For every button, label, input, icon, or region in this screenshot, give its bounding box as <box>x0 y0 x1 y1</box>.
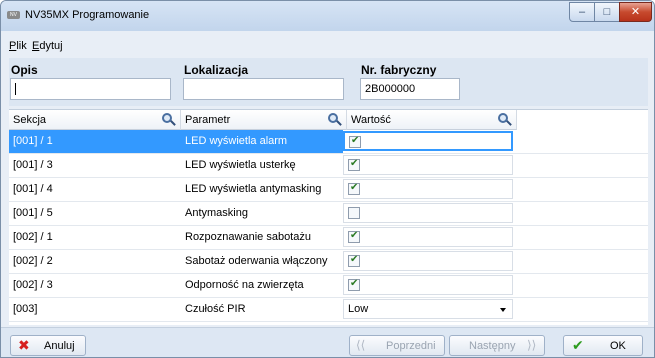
cancel-button[interactable]: ✖ Anuluj <box>10 335 86 356</box>
cell-parametr[interactable]: Antymasking <box>181 202 343 225</box>
maximize-button[interactable]: □ <box>594 2 620 22</box>
check-icon: ✔ <box>350 278 359 289</box>
double-chevron-right-icon: ⟩⟩ <box>527 338 537 352</box>
column-header-parametr[interactable]: Parametr <box>181 110 347 130</box>
lokalizacja-input[interactable] <box>183 78 344 100</box>
cell-sekcja[interactable]: [003] <box>9 298 181 321</box>
text-caret <box>15 83 16 96</box>
ok-button[interactable]: ✔ OK <box>563 335 643 356</box>
value-dropdown[interactable]: Low <box>343 299 513 319</box>
opis-label: Opis <box>11 63 38 77</box>
checkbox-checked[interactable]: ✔ <box>348 278 360 291</box>
button-bar: ✖ Anuluj ⟨⟨ Poprzedni Następny ⟩⟩ ✔ OK <box>1 327 654 357</box>
checkbox-checked[interactable]: ✔ <box>349 135 361 148</box>
serial-number-label: Nr. fabryczny <box>361 63 437 77</box>
serial-number-field[interactable]: 2B000000 <box>360 78 460 100</box>
column-header-label: Sekcja <box>13 114 47 126</box>
dropdown-value: Low <box>348 303 369 315</box>
dropdown-arrow-icon[interactable] <box>500 308 506 312</box>
check-icon: ✔ <box>350 182 359 193</box>
search-icon[interactable] <box>327 112 342 127</box>
table-row[interactable]: [003] Czułość PIR Low <box>9 298 648 322</box>
menu-plik-label: lik <box>16 40 27 52</box>
window-title: NV35MX Programowanie <box>25 9 150 21</box>
table-row[interactable]: [002] / 2 Sabotaż oderwania włączony ✔ <box>9 250 648 274</box>
column-header-sekcja[interactable]: Sekcja <box>9 110 181 130</box>
cell-parametr[interactable]: LED wyświetla usterkę <box>181 154 343 177</box>
menu-edytuj-label: dytuj <box>39 40 63 52</box>
double-chevron-left-icon: ⟨⟨ <box>356 338 366 352</box>
value-checkbox-cell[interactable]: ✔ <box>343 275 513 295</box>
checkmark-icon: ✔ <box>572 337 584 353</box>
column-header-label: Wartość <box>351 114 391 126</box>
next-label: Następny <box>469 340 516 352</box>
cancel-icon: ✖ <box>18 337 30 353</box>
column-header-label: Parametr <box>185 114 231 126</box>
menu-plik[interactable]: Plik <box>9 40 27 52</box>
checkbox-checked[interactable]: ✔ <box>348 254 360 267</box>
search-icon[interactable] <box>161 112 176 127</box>
cell-sekcja[interactable]: [001] / 5 <box>9 202 181 225</box>
menu-edytuj[interactable]: Edytuj <box>32 40 63 52</box>
title-bar[interactable]: NV NV35MX Programowanie – □ ✕ <box>1 1 654 31</box>
close-button[interactable]: ✕ <box>619 2 652 22</box>
cell-parametr[interactable]: LED wyświetla antymasking <box>181 178 343 201</box>
cell-sekcja[interactable]: [001] / 1 <box>9 130 181 153</box>
ok-label: OK <box>610 340 626 352</box>
app-window: NV NV35MX Programowanie – □ ✕ Plik Edytu… <box>0 0 655 358</box>
cell-sekcja[interactable]: [002] / 2 <box>9 250 181 273</box>
maximize-icon: □ <box>603 6 611 18</box>
serial-number-value: 2B000000 <box>365 83 416 95</box>
table-row[interactable]: [001] / 3 LED wyświetla usterkę ✔ <box>9 154 648 178</box>
minimize-button[interactable]: – <box>569 2 595 22</box>
cell-parametr[interactable]: Sabotaż oderwania włączony <box>181 250 343 273</box>
app-icon: NV <box>7 11 20 19</box>
table-row[interactable]: [001] / 4 LED wyświetla antymasking ✔ <box>9 178 648 202</box>
minimize-icon: – <box>578 6 586 18</box>
value-checkbox-cell[interactable]: ✔ <box>343 179 513 199</box>
checkbox-checked[interactable]: ✔ <box>348 158 360 171</box>
table-row[interactable]: [001] / 5 Antymasking <box>9 202 648 226</box>
value-checkbox-cell[interactable] <box>343 203 513 223</box>
previous-label: Poprzedni <box>386 340 436 352</box>
checkbox-checked[interactable]: ✔ <box>348 182 360 195</box>
table-row[interactable]: [001] / 1 LED wyświetla alarm ✔ <box>9 130 648 154</box>
cell-parametr[interactable]: Czułość PIR <box>181 298 343 321</box>
cell-parametr[interactable]: Rozpoznawanie sabotażu <box>181 226 343 249</box>
cell-sekcja[interactable]: [002] / 1 <box>9 226 181 249</box>
parameters-grid: Sekcja Parametr Wartość [001] / 1 LED wyś… <box>9 109 648 325</box>
cell-sekcja[interactable]: [001] / 3 <box>9 154 181 177</box>
search-icon[interactable] <box>497 112 512 127</box>
check-icon: ✔ <box>350 254 359 265</box>
value-checkbox-cell[interactable]: ✔ <box>343 131 513 151</box>
cell-parametr[interactable]: Odporność na zwierzęta <box>181 274 343 297</box>
lokalizacja-label: Lokalizacja <box>184 63 249 77</box>
check-icon: ✔ <box>351 135 360 146</box>
cell-sekcja[interactable]: [002] / 3 <box>9 274 181 297</box>
cancel-label: Anuluj <box>44 340 75 352</box>
value-checkbox-cell[interactable]: ✔ <box>343 155 513 175</box>
check-icon: ✔ <box>350 230 359 241</box>
value-checkbox-cell[interactable]: ✔ <box>343 251 513 271</box>
table-row[interactable]: [002] / 3 Odporność na zwierzęta ✔ <box>9 274 648 298</box>
opis-input[interactable] <box>10 78 171 100</box>
check-icon: ✔ <box>350 158 359 169</box>
table-row[interactable]: [002] / 1 Rozpoznawanie sabotażu ✔ <box>9 226 648 250</box>
checkbox-checked[interactable]: ✔ <box>348 230 360 243</box>
cell-sekcja[interactable]: [001] / 4 <box>9 178 181 201</box>
column-header-wartosc[interactable]: Wartość <box>347 110 517 130</box>
close-icon: ✕ <box>630 6 641 18</box>
cell-parametr[interactable]: LED wyświetla alarm <box>181 130 343 153</box>
value-checkbox-cell[interactable]: ✔ <box>343 227 513 247</box>
next-button[interactable]: Następny ⟩⟩ <box>449 335 545 356</box>
checkbox-unchecked[interactable] <box>348 207 360 219</box>
previous-button[interactable]: ⟨⟨ Poprzedni <box>349 335 445 356</box>
device-info-panel: Opis Lokalizacja Nr. fabryczny 2B000000 <box>9 58 648 106</box>
